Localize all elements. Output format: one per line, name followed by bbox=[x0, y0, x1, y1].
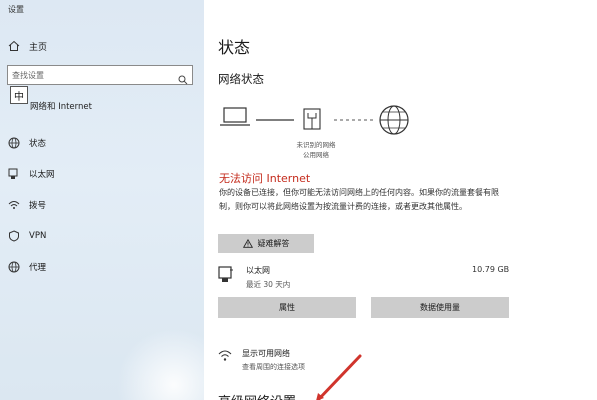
sidebar-item-label: VPN bbox=[29, 231, 47, 241]
sidebar-item-label: 状态 bbox=[29, 139, 47, 149]
warning-triangle-icon bbox=[242, 239, 253, 248]
app-title: 设置 bbox=[8, 5, 24, 14]
home-nav-item[interactable]: 主页 bbox=[7, 38, 47, 54]
unknown-network-line1: 未识别的网络 bbox=[296, 141, 336, 149]
ime-indicator[interactable]: 中 bbox=[10, 86, 28, 104]
show-available-networks-link[interactable]: 显示可用网络 bbox=[242, 348, 290, 359]
available-networks-icon[interactable] bbox=[218, 348, 232, 362]
ethernet-connection-icon bbox=[218, 266, 234, 284]
search-input[interactable] bbox=[12, 70, 178, 80]
vpn-shield-icon bbox=[7, 229, 21, 243]
sidebar-item-status[interactable]: 状态 bbox=[7, 135, 46, 151]
search-box[interactable] bbox=[7, 65, 193, 85]
sidebar-item-vpn[interactable]: VPN bbox=[7, 228, 46, 244]
no-internet-title: 无法访问 Internet bbox=[219, 172, 311, 185]
router-icon bbox=[303, 108, 321, 130]
dialup-icon bbox=[7, 198, 21, 212]
sidebar-item-dialup[interactable]: 拨号 bbox=[7, 197, 46, 213]
sidebar-item-proxy[interactable]: 代理 bbox=[7, 259, 46, 275]
section-heading: 网络和 Internet bbox=[30, 102, 92, 112]
unknown-network-label: 未识别的网络 公用网络 bbox=[284, 140, 348, 160]
home-label: 主页 bbox=[29, 42, 48, 53]
connection-period: 最近 30 天内 bbox=[246, 280, 291, 289]
troubleshoot-button[interactable]: 疑难解答 bbox=[218, 234, 314, 253]
unknown-network-line2: 公用网络 bbox=[303, 151, 329, 159]
laptop-icon bbox=[220, 107, 250, 126]
globe-icon bbox=[7, 136, 21, 150]
sidebar-item-label: 以太网 bbox=[29, 170, 55, 180]
connection-name: 以太网 bbox=[246, 266, 270, 275]
ethernet-icon bbox=[7, 167, 21, 181]
sidebar: 设置 主页 中 网络和 Internet 状态 以太网 拨号 bbox=[0, 0, 204, 400]
main-panel: 状态 网络状态 未识别的网络 公用网络 无法访问 Internet 你的设备已连… bbox=[204, 0, 597, 400]
properties-button[interactable]: 属性 bbox=[218, 297, 356, 318]
page-title: 状态 bbox=[218, 38, 251, 57]
network-status-heading: 网络状态 bbox=[218, 72, 264, 86]
search-icon[interactable] bbox=[178, 70, 188, 85]
sidebar-item-ethernet[interactable]: 以太网 bbox=[7, 166, 55, 182]
warning-description: 你的设备已连接，但你可能无法访问网络上的任何内容。如果你的流量套餐有限制，则你可… bbox=[219, 188, 499, 211]
home-icon bbox=[7, 39, 21, 53]
sidebar-item-label: 拨号 bbox=[29, 201, 47, 211]
advanced-settings-heading: 高级网络设置 bbox=[218, 391, 296, 400]
annotation-arrow bbox=[304, 352, 364, 400]
sidebar-item-label: 代理 bbox=[29, 263, 47, 273]
troubleshoot-label: 疑难解答 bbox=[257, 239, 290, 248]
proxy-globe-icon bbox=[7, 260, 21, 274]
data-usage-button[interactable]: 数据使用量 bbox=[371, 297, 509, 318]
internet-globe-icon bbox=[379, 105, 409, 135]
available-networks-subtitle: 查看周围的连接选项 bbox=[242, 363, 305, 371]
connection-data-usage: 10.79 GB bbox=[472, 265, 510, 274]
